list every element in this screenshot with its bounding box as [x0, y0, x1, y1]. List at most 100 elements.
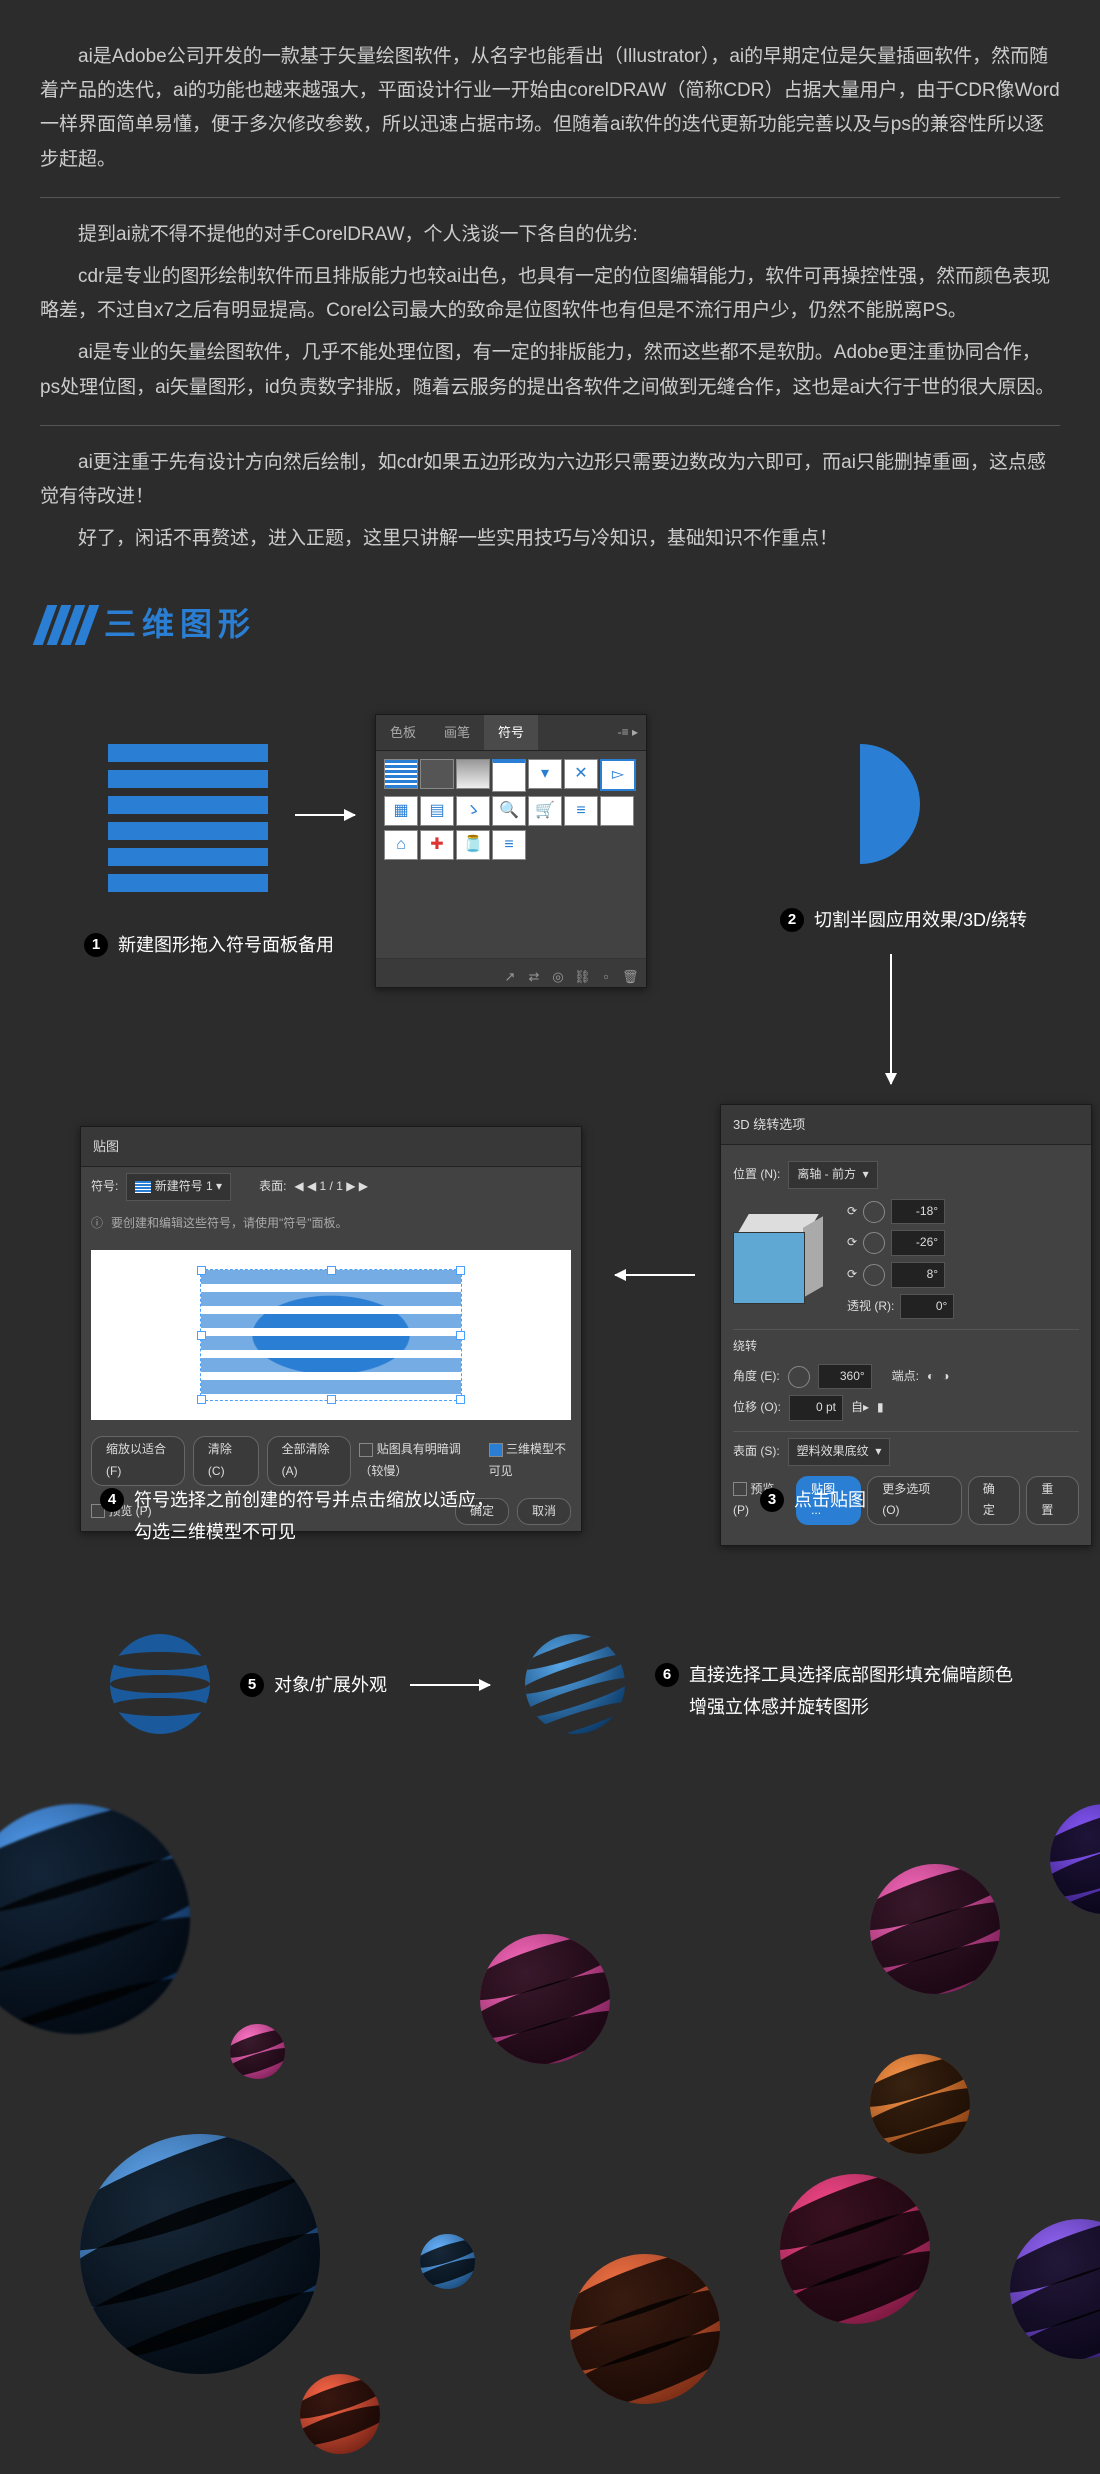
orb — [1050, 1804, 1100, 1914]
symbol-swatch[interactable]: ≡ — [492, 830, 526, 860]
ok-button[interactable]: 确定 — [968, 1476, 1021, 1525]
intro-paragraph: 好了，闲话不再赘述，进入正题，这里只讲解一些实用技巧与冷知识，基础知识不作重点！ — [40, 522, 1060, 556]
cancel-button[interactable]: 取消 — [517, 1498, 571, 1526]
intro-paragraph: ai是专业的矢量绘图软件，几乎不能处理位图，有一定的排版能力，然而这些都不是软肋… — [40, 336, 1060, 404]
surface-dropdown[interactable]: 塑料效果底纹 ▾ — [788, 1438, 891, 1466]
arrow-left-icon — [615, 1274, 695, 1276]
orb — [300, 2374, 380, 2454]
map-art-panel: 贴图 符号: 新建符号 1 ▾ 表面: ◀ ◀ 1 / 1 ▶ ▶ ⓘ 要创建和… — [80, 1126, 582, 1532]
more-options-button[interactable]: 更多选项 (O) — [867, 1476, 962, 1525]
symbol-swatch[interactable] — [456, 759, 490, 789]
footer-icon[interactable]: ⛓ — [574, 965, 590, 981]
orb — [780, 2174, 930, 2324]
symbol-swatch[interactable] — [384, 759, 418, 789]
result-gallery — [0, 1774, 1100, 2474]
symbol-dropdown[interactable]: 新建符号 1 ▾ — [126, 1173, 231, 1201]
trash-icon[interactable]: 🗑 — [622, 965, 638, 981]
map-canvas[interactable] — [91, 1250, 571, 1420]
step-badge: 4 — [100, 1488, 124, 1512]
label: 表面 (S): — [733, 1441, 780, 1463]
panel-tab[interactable]: 画笔 — [430, 715, 484, 750]
symbol-swatch[interactable]: 🔍 — [492, 796, 526, 826]
tutorial-diagram: 1 新建图形拖入符号面板备用 色板 画笔 符号 -≡ ▸ ▾ ✕ ▻ ▦ ▤ — [40, 714, 1060, 1774]
label: 角度 (E): — [733, 1366, 780, 1388]
symbol-swatch[interactable]: ゝ — [456, 796, 490, 826]
symbol-swatch[interactable]: ✕ — [564, 759, 598, 789]
shade-checkbox[interactable] — [359, 1443, 373, 1457]
angle-input[interactable]: 360° — [818, 1364, 872, 1390]
symbol-swatch[interactable]: ▦ — [384, 796, 418, 826]
symbol-swatch[interactable]: ▤ — [420, 796, 454, 826]
step-text: 符号选择之前创建的符号并点击缩放以适应， — [134, 1484, 494, 1516]
symbol-swatch[interactable]: 🫙 — [456, 830, 490, 860]
surface-nav[interactable]: ◀ ◀ 1 / 1 ▶ ▶ — [294, 1176, 368, 1198]
preview-checkbox[interactable] — [733, 1482, 747, 1496]
scale-to-fit-button[interactable]: 缩放以适合 (F) — [91, 1436, 185, 1485]
offset-input[interactable]: 0 pt — [789, 1395, 843, 1421]
footer-icon[interactable]: ◎ — [550, 965, 566, 981]
symbol-swatch[interactable]: ▾ — [528, 759, 562, 789]
orb — [480, 1934, 610, 2064]
section-heading: 三维图形 — [40, 596, 1060, 654]
step-text: 对象/扩展外观 — [274, 1669, 387, 1701]
angle-dial[interactable] — [863, 1264, 885, 1286]
section-title-text: 三维图形 — [104, 596, 256, 654]
orb — [420, 2234, 475, 2289]
intro-paragraph: 提到ai就不得不提他的对手CorelDRAW，个人浅谈一下各自的优劣: — [40, 218, 1060, 252]
divider — [40, 425, 1060, 426]
panel-tab[interactable]: 符号 — [484, 715, 538, 750]
step-text: 新建图形拖入符号面板备用 — [118, 929, 334, 961]
arrow-right-icon — [410, 1684, 490, 1686]
label: 透视 (R): — [847, 1296, 894, 1318]
panel-tab[interactable]: 色板 — [376, 715, 430, 750]
angle-dial[interactable] — [788, 1366, 810, 1388]
angle-dial[interactable] — [863, 1232, 885, 1254]
symbol-swatch[interactable] — [420, 759, 454, 789]
step-text: 直接选择工具选择底部图形填充偏暗颜色 — [689, 1659, 1013, 1691]
panel-title: 3D 绕转选项 — [721, 1105, 1091, 1145]
angle-input[interactable]: -26° — [891, 1230, 945, 1256]
angle-dial[interactable] — [863, 1201, 885, 1223]
cap-icon[interactable]: ◑ — [942, 1366, 949, 1388]
clear-all-button[interactable]: 全部清除 (A) — [267, 1436, 352, 1485]
symbol-swatch[interactable]: ≡ — [564, 796, 598, 826]
cube-preview[interactable] — [733, 1214, 823, 1304]
intro-paragraph: ai更注重于先有设计方向然后绘制，如cdr如果五边形改为六边形只需要边数改为六即… — [40, 446, 1060, 514]
axis-icon: ⟳ — [847, 1232, 857, 1254]
angle-input[interactable]: -18° — [891, 1199, 945, 1225]
panel-menu-icon[interactable]: -≡ ▸ — [610, 718, 646, 748]
label: 位置 (N): — [733, 1164, 780, 1186]
clear-button[interactable]: 清除 (C) — [193, 1436, 259, 1485]
mapped-symbol[interactable] — [201, 1270, 461, 1400]
position-dropdown[interactable]: 离轴 - 前方 ▾ — [788, 1161, 877, 1189]
orb — [870, 2054, 970, 2154]
symbol-grid: ▾ ✕ ▻ ▦ ▤ ゝ 🔍 🛒 ≡ ⌂ ✚ 🫙 ≡ — [376, 751, 646, 868]
step-text: 点击贴图 — [794, 1484, 866, 1516]
step-badge: 3 — [760, 1488, 784, 1512]
footer-icon[interactable]: ↗ — [502, 965, 518, 981]
subsection-label: 绕转 — [733, 1336, 1079, 1358]
step-text: 增强立体感并旋转图形 — [689, 1691, 1013, 1723]
arrow-down-icon — [890, 954, 892, 1084]
edge-icon[interactable]: ▮ — [877, 1397, 884, 1419]
symbol-swatch[interactable]: ▻ — [600, 759, 636, 791]
angle-input[interactable]: 8° — [891, 1262, 945, 1288]
cap-icon[interactable]: ◐ — [927, 1366, 934, 1388]
symbol-swatch[interactable] — [492, 759, 526, 792]
half-circle-shape — [860, 744, 920, 864]
footer-icon[interactable]: ▫ — [598, 965, 614, 981]
perspective-input[interactable]: 0° — [900, 1294, 954, 1320]
label: 位移 (O): — [733, 1397, 781, 1419]
label: 表面: — [259, 1176, 286, 1198]
footer-icon[interactable]: ⇄ — [526, 965, 542, 981]
invisible-checkbox[interactable] — [489, 1443, 503, 1457]
orb — [230, 2024, 285, 2079]
symbol-swatch[interactable]: ⌂ — [384, 830, 418, 860]
symbol-swatch[interactable]: ✚ — [420, 830, 454, 860]
cancel-button[interactable]: 重置 — [1026, 1476, 1079, 1525]
orb — [0, 1804, 190, 2034]
panel-footer: ↗ ⇄ ◎ ⛓ ▫ 🗑 — [376, 958, 646, 987]
symbol-swatch[interactable] — [600, 796, 634, 826]
axis-icon: ⟳ — [847, 1264, 857, 1286]
symbol-swatch[interactable]: 🛒 — [528, 796, 562, 826]
